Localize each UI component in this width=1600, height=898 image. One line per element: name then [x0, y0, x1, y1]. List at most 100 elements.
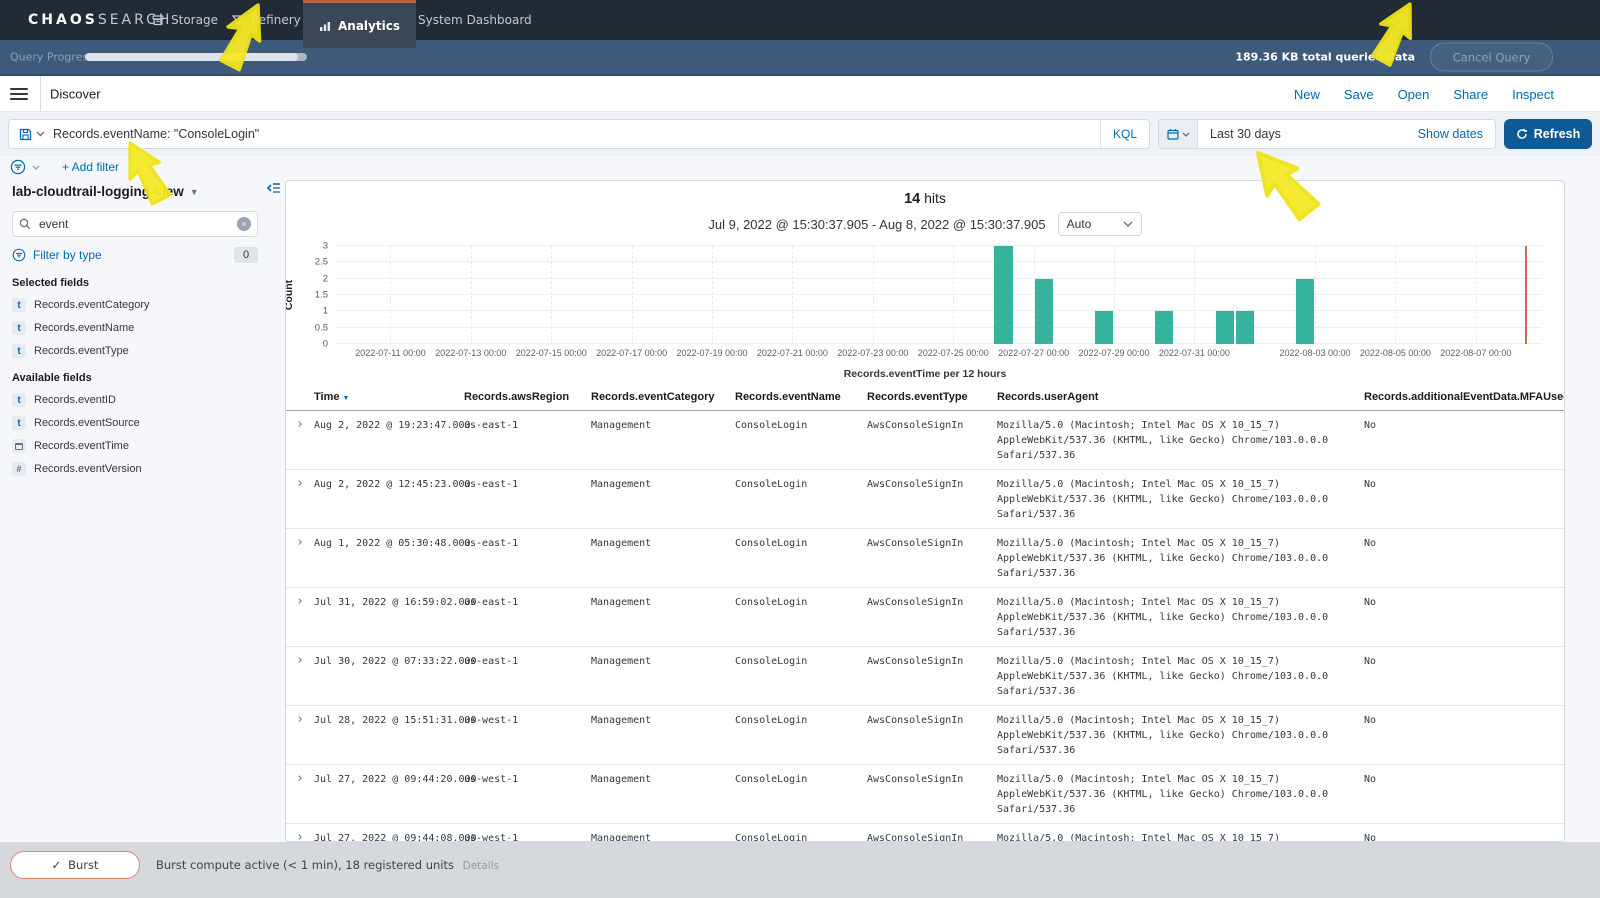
cell-user-agent: Mozilla/5.0 (Macintosh; Intel Mac OS X 1… — [997, 597, 1329, 638]
time-range-value[interactable]: Last 30 days — [1198, 127, 1418, 141]
table-row: › Jul 27, 2022 @ 09:44:20.000 us-west-1 … — [286, 765, 1564, 824]
histogram-bar[interactable] — [1094, 311, 1113, 344]
filter-count-badge: 0 — [234, 247, 258, 263]
nav-tab-analytics-active[interactable]: Analytics — [303, 0, 416, 48]
expand-row-button[interactable]: › — [286, 418, 314, 463]
clear-search-icon[interactable]: × — [237, 217, 251, 231]
chaossearch-logo[interactable]: CHAOS SEARCH — [28, 0, 172, 40]
refresh-label: Refresh — [1533, 127, 1581, 141]
refresh-button[interactable]: Refresh — [1504, 119, 1592, 149]
expand-row-button[interactable]: › — [286, 536, 314, 581]
toolbar-action-link[interactable]: Save — [1344, 87, 1374, 102]
cell-aws-region: us-east-1 — [464, 479, 519, 490]
query-bar-strip: Records.eventName: "ConsoleLogin" KQL La… — [0, 112, 1600, 156]
storage-icon — [152, 14, 164, 26]
cell-event-category: Management — [591, 656, 652, 667]
nav-tab-label: Storage — [171, 13, 218, 27]
histogram-bar[interactable] — [1034, 278, 1053, 344]
calendar-icon — [1166, 128, 1179, 140]
check-icon: ✓ — [51, 858, 62, 872]
expand-row-button[interactable]: › — [286, 831, 314, 841]
cell-aws-region: us-east-1 — [464, 597, 519, 608]
cell-aws-region: us-west-1 — [464, 833, 519, 841]
expand-row-button[interactable]: › — [286, 595, 314, 640]
cell-user-agent: Mozilla/5.0 (Macintosh; Intel Mac OS X 1… — [997, 420, 1329, 461]
cell-mfa-used: No — [1364, 774, 1377, 785]
histogram-bar[interactable] — [1235, 311, 1254, 344]
index-pattern-name: lab-cloudtrail-logging-view — [12, 184, 184, 199]
column-header-time[interactable]: Time ▼ — [314, 391, 464, 403]
nav-tab-refinery[interactable]: Refinery — [232, 0, 301, 40]
burst-details-link[interactable]: Details — [463, 860, 499, 872]
cell-event-name: ConsoleLogin — [735, 538, 808, 549]
query-text[interactable]: Records.eventName: "ConsoleLogin" — [53, 127, 1100, 141]
field-item[interactable]: Records.eventCategory — [12, 298, 258, 312]
interval-select[interactable]: Auto — [1057, 212, 1142, 236]
expand-row-button[interactable]: › — [286, 713, 314, 758]
menu-icon[interactable] — [10, 87, 28, 100]
available-fields-list: Records.eventID Records.eventSource Reco… — [12, 393, 258, 476]
chevron-down-icon — [1182, 132, 1190, 137]
x-axis-title: Records.eventTime per 12 hours — [843, 368, 1007, 380]
expand-row-button[interactable]: › — [286, 654, 314, 699]
toolbar-action-link[interactable]: New — [1294, 87, 1320, 102]
toolbar-action-link[interactable]: Open — [1398, 87, 1430, 102]
field-name: Records.eventTime — [34, 440, 129, 452]
query-progress-label: Query Progress — [10, 50, 94, 64]
cell-event-category: Management — [591, 420, 652, 431]
index-pattern-selector[interactable]: lab-cloudtrail-logging-view ▼ — [12, 184, 258, 199]
saved-query-menu[interactable] — [9, 128, 53, 141]
table-row: › Jul 30, 2022 @ 07:33:22.000 us-east-1 … — [286, 647, 1564, 706]
toolbar-action-link[interactable]: Inspect — [1512, 87, 1554, 102]
expand-row-button[interactable]: › — [286, 772, 314, 817]
query-input[interactable]: Records.eventName: "ConsoleLogin" KQL — [8, 119, 1150, 149]
field-name: Records.eventSource — [34, 417, 140, 429]
filter-by-type-button[interactable]: Filter by type — [12, 248, 102, 262]
histogram-bar[interactable] — [994, 246, 1013, 344]
collapse-sidebar-icon[interactable] — [267, 182, 281, 194]
cell-mfa-used: No — [1364, 715, 1377, 726]
histogram-bar[interactable] — [1155, 311, 1174, 344]
field-search-box: × — [12, 211, 258, 237]
cell-event-name: ConsoleLogin — [735, 479, 808, 490]
date-picker: Last 30 days Show dates — [1158, 119, 1496, 149]
cell-event-name: ConsoleLogin — [735, 597, 808, 608]
cell-aws-region: us-east-1 — [464, 420, 519, 431]
add-filter-button[interactable]: + Add filter — [62, 160, 119, 174]
fields-sidebar: lab-cloudtrail-logging-view ▼ × Filter b… — [0, 180, 270, 842]
table-row: › Jul 27, 2022 @ 09:44:08.000 us-west-1 … — [286, 824, 1564, 841]
field-item[interactable]: Records.eventName — [12, 321, 258, 335]
nav-tab-storage[interactable]: Storage — [152, 0, 218, 40]
cell-time: Aug 1, 2022 @ 05:30:48.000 — [314, 538, 471, 549]
field-name: Records.eventName — [34, 322, 135, 334]
query-language-toggle[interactable]: KQL — [1099, 120, 1149, 148]
expand-row-button[interactable]: › — [286, 477, 314, 522]
field-item[interactable]: Records.eventSource — [12, 416, 258, 430]
histogram-bar[interactable] — [1215, 311, 1234, 344]
histogram-plot-area[interactable]: 0 0.5 1 1.5 2 2.5 3 — [315, 241, 1542, 350]
field-item[interactable]: Records.eventTime — [12, 439, 258, 453]
chevron-down-icon[interactable] — [32, 165, 40, 170]
filter-icon[interactable] — [10, 159, 26, 175]
cell-time: Jul 30, 2022 @ 07:33:22.000 — [314, 656, 477, 667]
burst-toggle-button[interactable]: ✓ Burst — [10, 851, 140, 879]
filter-by-type-label: Filter by type — [33, 248, 102, 262]
cell-time: Jul 27, 2022 @ 09:44:08.000 — [314, 833, 477, 841]
field-search-input[interactable] — [37, 216, 231, 232]
calendar-menu-button[interactable] — [1159, 120, 1198, 148]
cell-time: Jul 27, 2022 @ 09:44:20.000 — [314, 774, 477, 785]
total-queried-data: 189.36 KB total queried data — [1235, 50, 1415, 64]
cell-time: Aug 2, 2022 @ 12:45:23.000 — [314, 479, 471, 490]
nav-tab-system-dashboard[interactable]: System Dashboard — [398, 0, 532, 40]
cell-event-type: AwsConsoleSignIn — [867, 538, 964, 549]
field-item[interactable]: Records.eventType — [12, 344, 258, 358]
toolbar-action-link[interactable]: Share — [1453, 87, 1488, 102]
show-dates-link[interactable]: Show dates — [1418, 127, 1495, 141]
field-item[interactable]: Records.eventID — [12, 393, 258, 407]
cell-event-category: Management — [591, 715, 652, 726]
results-table-header: Time ▼ Records.awsRegion Records.eventCat… — [286, 387, 1564, 411]
cell-time: Jul 28, 2022 @ 15:51:31.000 — [314, 715, 477, 726]
field-item[interactable]: Records.eventVersion — [12, 462, 258, 476]
histogram-bar[interactable] — [1295, 278, 1314, 344]
cancel-query-button[interactable]: Cancel Query — [1430, 42, 1553, 72]
